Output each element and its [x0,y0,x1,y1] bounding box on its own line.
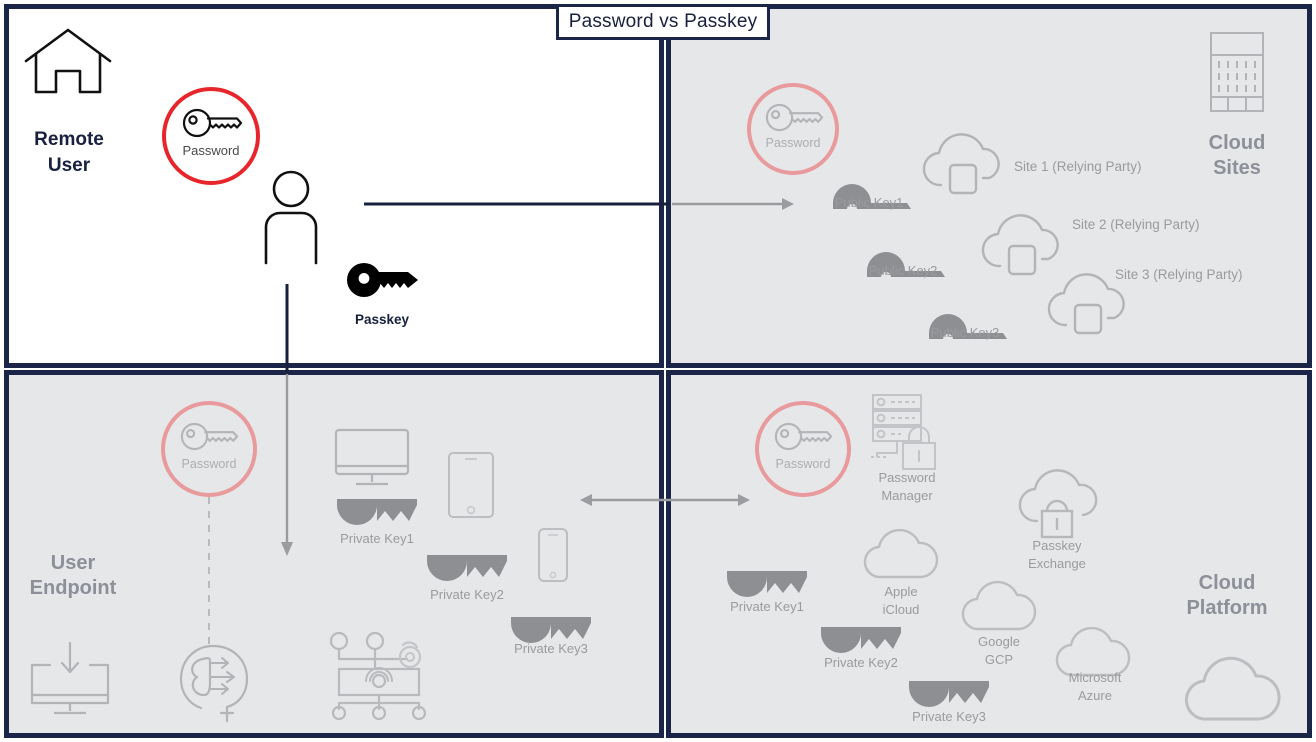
diagram-title-text: Password vs Passkey [568,11,758,32]
password-to-brain-connector [208,497,210,645]
key-icon [179,421,239,452]
tablet-icon [447,451,495,519]
connector-user-to-cloud-sites-arrow [672,198,794,210]
passkey-icon [344,261,422,299]
connector-user-to-endpoint-navy [285,284,289,372]
private-key-1-label: Private Key1 [730,599,804,614]
office-building-icon [1209,31,1265,113]
home-icon [23,26,113,98]
password-badge-remote-user: Password [162,87,260,185]
person-icon [257,169,325,265]
monitor-icon [334,428,410,490]
quadrant-cloud-platform: Password Password Manager Passkey Exchan… [666,370,1312,738]
private-key-2-label: Private Key2 [824,655,898,670]
google-gcp-icon [957,577,1039,633]
private-key-2-icon [821,625,901,653]
key-icon [773,421,833,452]
diagram-canvas: Remote User Password Passkey Password Cl… [0,0,1316,742]
cloud-icon [1179,653,1285,723]
quadrant-remote-user: Remote User Password Passkey [4,4,664,368]
public-key-2-label: Public Key2 [868,263,938,278]
site-2-cloud-icon [976,212,1068,278]
apple-icloud-label: Apple iCloud [882,584,920,617]
quadrant-cloud-sites: Password Cloud Sites Public Key1 Public … [666,4,1312,368]
passkey-exchange-label: Passkey Exchange [1028,538,1086,571]
google-gcp-label: Google GCP [978,634,1020,667]
password-badge-user-endpoint: Password [161,401,257,497]
private-key-3-icon [511,615,591,643]
public-key-1-label: Public Key1 [834,195,904,210]
zone-label-remote-user: Remote User [34,129,104,176]
password-label: Password [765,136,821,150]
private-key-1-label: Private Key1 [340,531,414,546]
passkey-exchange-icon [1011,467,1103,541]
password-manager-icon [867,391,945,470]
private-key-1-icon [727,569,807,597]
passkey-label: Passkey [354,312,410,327]
brain-head-icon [177,643,253,723]
password-badge-cloud-sites: Password [747,83,839,175]
site-1-label: Site 1 (Relying Party) [1014,159,1142,174]
password-manager-label: Password Manager [878,470,936,503]
microsoft-azure-label: Microsoft Azure [1068,670,1122,703]
password-label: Password [182,143,240,158]
private-key-3-icon [909,679,989,707]
password-label: Password [775,457,831,471]
zone-label-cloud-platform: Cloud Platform [1186,572,1268,619]
public-key-3-label: Public Key3 [930,325,1000,340]
private-key-3-label: Private Key3 [912,709,986,724]
site-3-label: Site 3 (Relying Party) [1115,267,1243,282]
private-key-1-icon [337,497,417,525]
password-badge-cloud-platform: Password [755,401,851,497]
zone-label-cloud-sites: Cloud Sites [1208,132,1266,179]
quadrant-user-endpoint: User Endpoint Password Private Key1 Priv… [4,370,664,738]
smartphone-icon [537,527,569,583]
connector-endpoint-to-cloud-platform [580,494,750,506]
password-label: Password [181,457,237,471]
private-key-3-label: Private Key3 [514,641,588,656]
private-key-2-label: Private Key2 [430,587,504,602]
connector-user-to-endpoint-arrow [281,374,293,556]
zone-label-user-endpoint: User Endpoint [29,552,117,599]
site-2-label: Site 2 (Relying Party) [1072,217,1200,232]
key-icon [764,102,824,133]
apple-icloud-icon [859,525,941,581]
key-icon [181,107,243,139]
diagram-title: Password vs Passkey [556,4,770,40]
download-to-computer-icon [22,641,118,719]
site-1-cloud-icon [917,131,1009,197]
private-key-2-icon [427,553,507,581]
network-diagram-icon [327,631,431,721]
connector-user-to-cloud-sites-navy [364,202,669,206]
